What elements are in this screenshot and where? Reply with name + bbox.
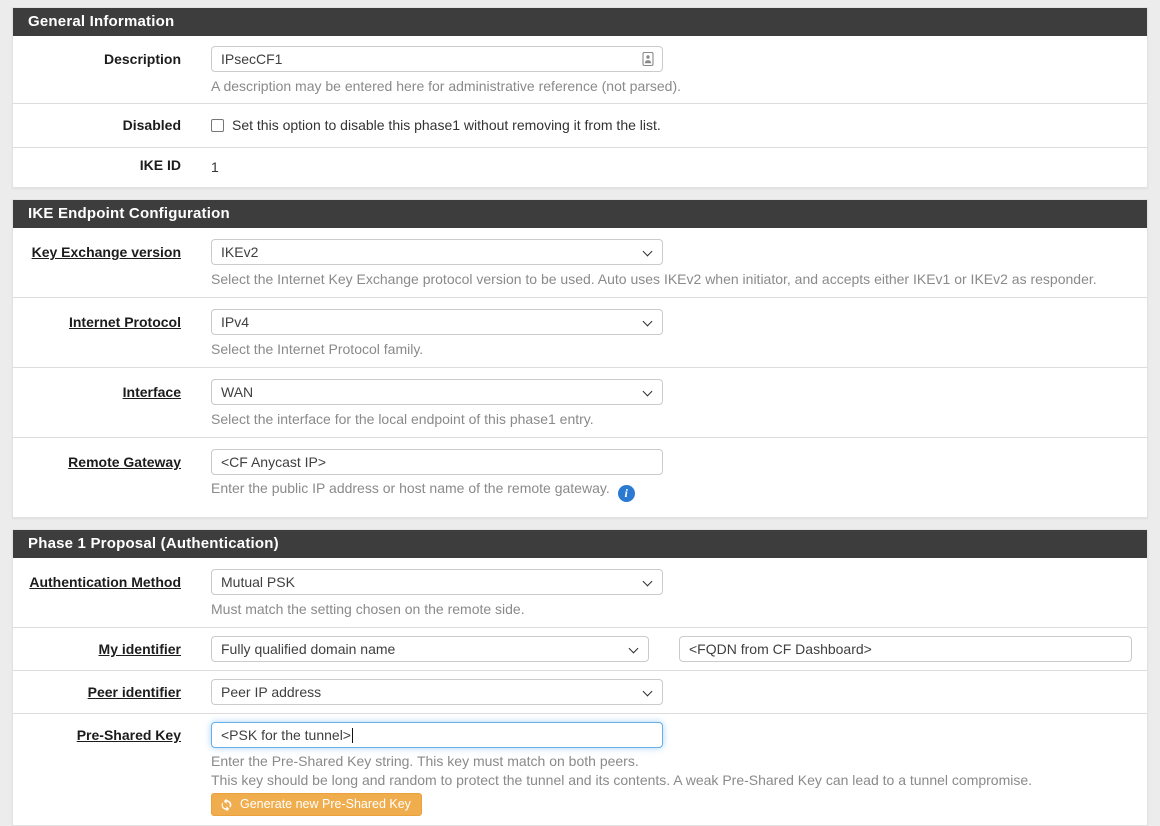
autofill-contact-icon[interactable] [641,52,655,69]
pre-shared-key-value: <PSK for the tunnel> [221,727,351,743]
authentication-method-select[interactable]: Mutual PSK [211,569,663,595]
row-internet-protocol: Internet Protocol IPv4 Select the Intern… [13,297,1147,367]
pre-shared-key-help-line1: Enter the Pre-Shared Key string. This ke… [211,752,1132,771]
authentication-method-label: Authentication Method [29,574,181,590]
internet-protocol-selected-value: IPv4 [221,314,249,330]
my-identifier-label: My identifier [99,641,181,657]
chevron-down-icon [643,687,653,697]
panel-phase1-proposal-authentication: Phase 1 Proposal (Authentication) Authen… [12,529,1148,826]
chevron-down-icon [643,387,653,397]
my-identifier-select[interactable]: Fully qualified domain name [211,636,649,662]
row-key-exchange-version: Key Exchange version IKEv2 Select the In… [13,228,1147,297]
chevron-down-icon [643,247,653,257]
panel-ike-endpoint-configuration: IKE Endpoint Configuration Key Exchange … [12,199,1148,518]
generate-psk-button[interactable]: Generate new Pre-Shared Key [211,793,422,816]
interface-label: Interface [123,384,181,400]
description-label: Description [13,46,211,96]
pre-shared-key-input[interactable]: <PSK for the tunnel> [211,722,663,748]
pre-shared-key-label: Pre-Shared Key [77,727,181,743]
ike-id-label: IKE ID [13,157,211,177]
peer-identifier-label: Peer identifier [88,684,181,700]
key-exchange-version-label: Key Exchange version [32,244,181,260]
section-header-general-information: General Information [13,8,1147,36]
key-exchange-version-selected-value: IKEv2 [221,244,258,260]
text-cursor [352,728,353,743]
refresh-icon [220,798,233,811]
interface-select[interactable]: WAN [211,379,663,405]
row-authentication-method: Authentication Method Mutual PSK Must ma… [13,558,1147,627]
row-description: Description A description may be entered… [13,36,1147,103]
row-interface: Interface WAN Select the interface for t… [13,367,1147,437]
row-pre-shared-key: Pre-Shared Key <PSK for the tunnel> Ente… [13,713,1147,825]
disabled-label: Disabled [13,117,211,134]
remote-gateway-input[interactable] [211,449,663,475]
panel-general-information: General Information Description A descri… [12,7,1148,188]
section-header-ike-endpoint-configuration: IKE Endpoint Configuration [13,200,1147,228]
remote-gateway-help-text: Enter the public IP address or host name… [211,480,610,496]
row-peer-identifier: Peer identifier Peer IP address [13,670,1147,713]
key-exchange-version-help-text: Select the Internet Key Exchange protoco… [211,270,1132,289]
key-exchange-version-select[interactable]: IKEv2 [211,239,663,265]
authentication-method-help-text: Must match the setting chosen on the rem… [211,600,1132,619]
internet-protocol-select[interactable]: IPv4 [211,309,663,335]
internet-protocol-label: Internet Protocol [69,314,181,330]
ipsec-phase1-settings-page: General Information Description A descri… [0,0,1160,826]
my-identifier-selected-value: Fully qualified domain name [221,641,395,657]
interface-selected-value: WAN [221,384,253,400]
description-input[interactable] [211,46,663,72]
info-circle-icon[interactable]: i [618,485,635,502]
section-header-phase1-proposal: Phase 1 Proposal (Authentication) [13,530,1147,558]
internet-protocol-help-text: Select the Internet Protocol family. [211,340,1132,359]
row-disabled: Disabled Set this option to disable this… [13,103,1147,147]
row-remote-gateway: Remote Gateway Enter the public IP addre… [13,437,1147,517]
interface-help-text: Select the interface for the local endpo… [211,410,1132,429]
disabled-checkbox-label[interactable]: Set this option to disable this phase1 w… [232,117,661,134]
my-identifier-value-input[interactable] [679,636,1132,662]
chevron-down-icon [643,577,653,587]
row-ike-id: IKE ID 1 [13,147,1147,187]
pre-shared-key-help-line2: This key should be long and random to pr… [211,771,1132,790]
peer-identifier-selected-value: Peer IP address [221,684,321,700]
row-my-identifier: My identifier Fully qualified domain nam… [13,627,1147,670]
peer-identifier-select[interactable]: Peer IP address [211,679,663,705]
disabled-checkbox[interactable] [211,119,224,132]
chevron-down-icon [629,644,639,654]
authentication-method-selected-value: Mutual PSK [221,574,295,590]
generate-psk-button-label: Generate new Pre-Shared Key [240,797,411,811]
chevron-down-icon [643,317,653,327]
remote-gateway-label: Remote Gateway [68,454,181,470]
ike-id-value: 1 [211,157,1132,177]
description-help-text: A description may be entered here for ad… [211,77,1132,96]
